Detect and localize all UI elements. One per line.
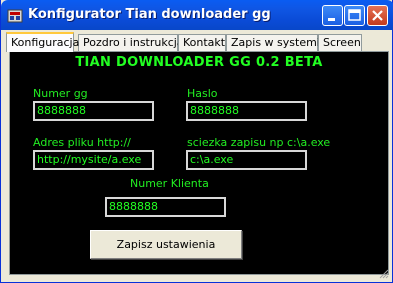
minimize-button[interactable] [322,5,343,26]
sciezka-label: sciezka zapisu np c:\a.exe [187,136,331,149]
numer-klienta-label: Numer Klienta [130,177,209,190]
tab-screen[interactable]: Screen [318,34,362,51]
panel-heading: TIAN DOWNLOADER GG 0.2 BETA [75,55,323,70]
adres-label: Adres pliku http:// [33,136,131,149]
close-button[interactable] [367,5,388,26]
adres-input[interactable]: http://mysite/a.exe [33,150,154,170]
config-panel: TIAN DOWNLOADER GG 0.2 BETA Numer gg 888… [9,51,389,275]
numer-gg-input[interactable]: 8888888 [33,101,154,121]
tab-konfiguracja[interactable]: Konfiguracja [6,32,79,52]
haslo-label: Haslo [187,87,218,100]
minimize-icon [328,18,335,21]
title-bar[interactable]: Konfigurator Tian downloader gg [1,0,393,30]
main-window: Konfigurator Tian downloader gg Konfigur… [0,0,393,283]
tab-kontakt[interactable]: Kontakt [178,34,226,51]
resize-grip-icon[interactable] [379,269,389,279]
tab-pozdro-i-instrukcja[interactable]: Pozdro i instrukcja [78,34,184,51]
numer-klienta-input[interactable]: 8888888 [105,197,226,217]
sciezka-input[interactable]: c:\a.exe [186,150,307,170]
haslo-input[interactable]: 8888888 [186,101,307,121]
app-icon [7,9,23,23]
close-icon [372,10,383,21]
maximize-icon [348,9,361,21]
save-settings-button[interactable]: Zapisz ustawienia [90,230,242,259]
maximize-button[interactable] [344,5,365,26]
tab-zapis-w-systemie[interactable]: Zapis w systemie [226,34,327,51]
window-title: Konfigurator Tian downloader gg [28,7,271,22]
numer-gg-label: Numer gg [33,87,88,100]
